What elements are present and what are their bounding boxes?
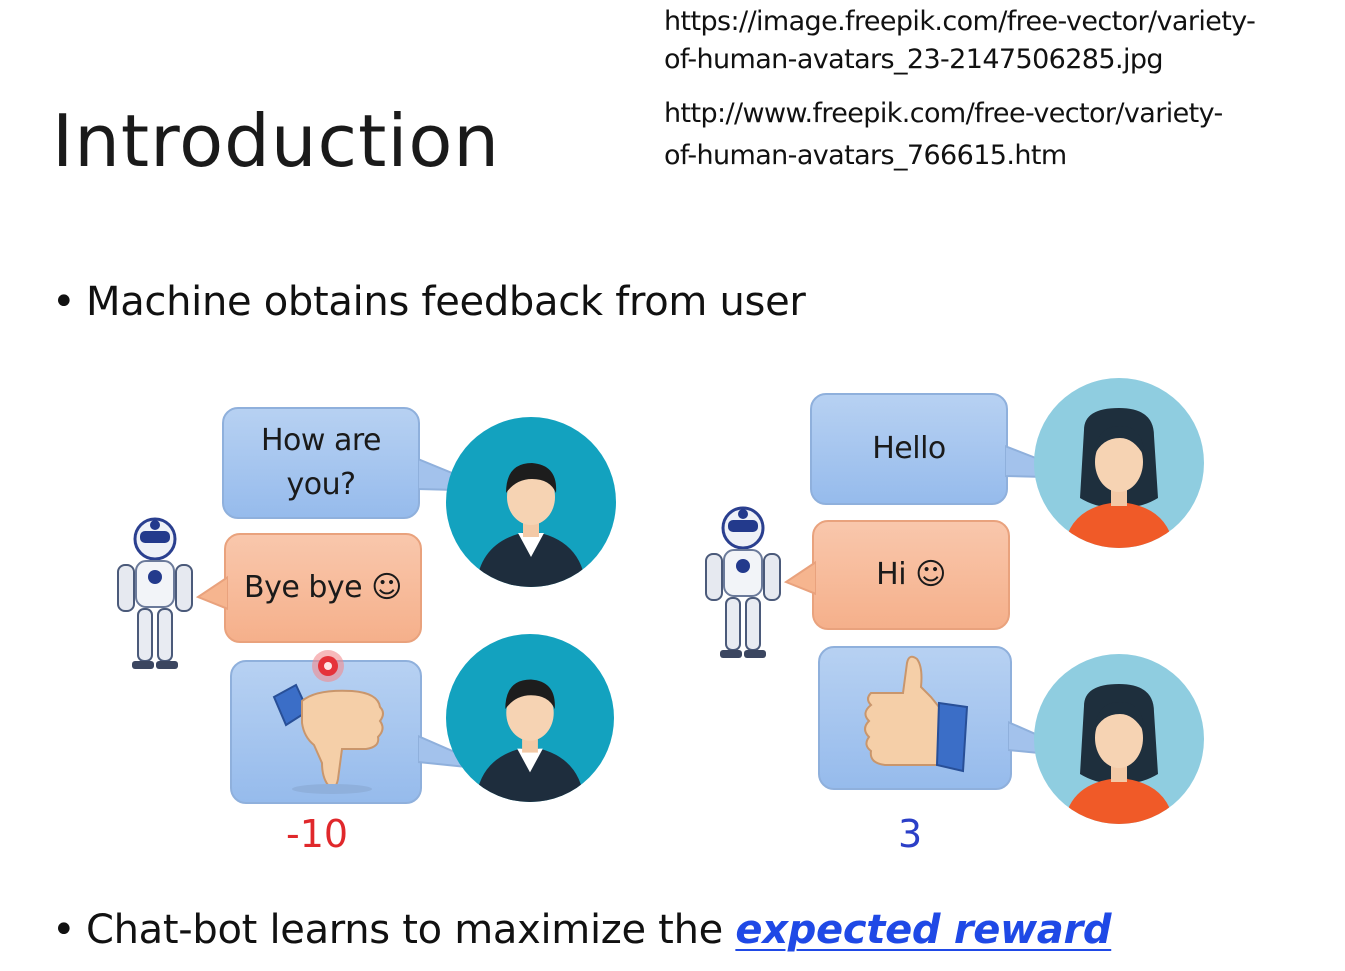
bot-reply-bubble: Bye bye ☺ <box>224 533 422 643</box>
male-user-avatar <box>446 417 616 587</box>
bubble-tail <box>196 575 228 611</box>
bullet-1-text: Machine obtains feedback from user <box>86 279 806 325</box>
thumbs-down-icon <box>272 683 384 794</box>
source-url-2b: of-human-avatars_766615.htm <box>664 140 1067 171</box>
reward-score: 3 <box>898 812 923 856</box>
feedback-bubble <box>818 646 1012 790</box>
female-user-avatar <box>1034 378 1204 548</box>
expected-reward-emphasis: expected reward <box>735 907 1112 953</box>
bullet-marker: • <box>52 279 76 325</box>
source-url-1a: https://image.freepik.com/free-vector/va… <box>664 6 1256 37</box>
user-message-line-2: you? <box>286 467 356 502</box>
bullet-2: • Chat-bot learns to maximize the expecte… <box>52 904 1112 956</box>
user-message-line-1: How are <box>260 423 382 458</box>
bullet-marker: • <box>52 907 76 953</box>
user-message-bubble: How are you? <box>222 407 420 519</box>
bot-reply-bubble: Hi ☺ <box>812 520 1010 630</box>
female-user-avatar <box>1034 654 1204 824</box>
reward-score: -10 <box>286 812 349 856</box>
user-message-bubble: Hello <box>810 393 1008 505</box>
robot-icon <box>705 506 781 658</box>
laser-pointer <box>312 650 344 682</box>
bullet-2-text: Chat-bot learns to maximize the <box>86 907 736 953</box>
slide-title: Introduction <box>52 99 501 183</box>
robot-icon <box>117 517 193 669</box>
bullet-1: • Machine obtains feedback from user <box>52 276 806 328</box>
source-url-1b: of-human-avatars_23-2147506285.jpg <box>664 44 1164 75</box>
thumbs-up-icon <box>864 655 969 773</box>
male-user-avatar <box>446 634 614 802</box>
source-url-2a: http://www.freepik.com/free-vector/varie… <box>664 98 1223 129</box>
bubble-tail <box>784 560 816 596</box>
